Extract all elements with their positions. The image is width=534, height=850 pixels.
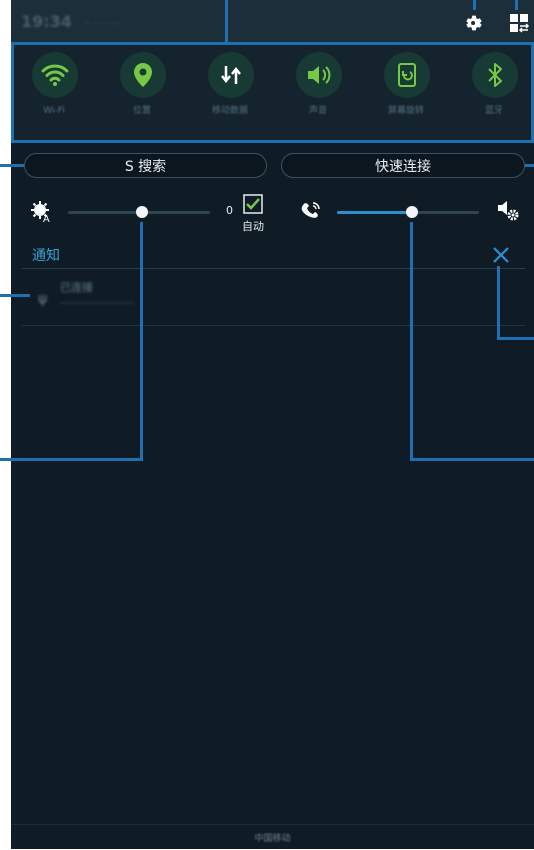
callout-line-grid	[515, 0, 518, 10]
clear-notifications-icon[interactable]	[492, 246, 510, 264]
status-bar: 19:34 ·· ··· ·····	[11, 0, 534, 42]
auto-brightness-label: 自动	[242, 220, 264, 233]
callout-line-s-search	[0, 164, 24, 167]
auto-brightness-icon: A	[30, 200, 52, 225]
notification-subtitle: ··························	[60, 299, 135, 309]
sound-toggle[interactable]: 声音	[282, 52, 354, 140]
data-label: 移动数据	[211, 106, 248, 116]
carrier-footer: 中国移动	[11, 824, 534, 850]
status-time: 19:34 ·· ··· ·····	[21, 12, 122, 31]
brightness-slider-thumb[interactable]	[135, 206, 148, 218]
auto-brightness-checkbox[interactable]	[243, 194, 263, 214]
callout-line-clear-h	[497, 337, 534, 340]
location-label: 位置	[132, 106, 151, 116]
callout-box-top	[11, 42, 534, 45]
callout-line-brightness-v	[140, 222, 143, 460]
callout-line-status	[225, 0, 228, 42]
volume-slider-fill	[337, 211, 413, 214]
ringtone-icon	[300, 200, 322, 222]
bluetooth-label: 蓝牙	[484, 106, 503, 116]
notification-item[interactable]: ψ 已连接 ··························	[22, 269, 525, 326]
callout-line-clear-v	[497, 266, 500, 340]
callout-line-notification	[0, 294, 30, 297]
notification-title: 已连接	[60, 281, 93, 294]
s-search-button[interactable]: S 搜索	[24, 153, 267, 178]
notification-app-icon: ψ	[38, 291, 48, 307]
callout-line-brightness-h	[0, 458, 143, 461]
screen-rotation-icon	[384, 52, 430, 98]
wifi-toggle[interactable]: Wi-Fi	[18, 52, 90, 140]
callout-box-left	[11, 42, 14, 143]
gear-icon[interactable]	[461, 10, 487, 36]
callout-line-volume-v	[410, 222, 413, 460]
location-toggle[interactable]: 位置	[106, 52, 178, 140]
notifications-title: 通知	[32, 248, 60, 264]
callout-line-settings	[473, 0, 476, 10]
callout-line-quick-connect	[525, 164, 534, 167]
sound-label: 声音	[308, 106, 327, 116]
grid-switch-icon[interactable]	[506, 10, 532, 36]
callout-box-bottom	[11, 140, 534, 143]
carrier-label: 中国移动	[254, 834, 291, 844]
data-toggle[interactable]: 移动数据	[194, 52, 266, 140]
bluetooth-icon	[472, 52, 518, 98]
bluetooth-toggle[interactable]: 蓝牙	[458, 52, 530, 140]
volume-settings-icon[interactable]	[496, 199, 522, 223]
svg-text:A: A	[43, 214, 50, 224]
wifi-icon	[32, 52, 78, 98]
quick-connect-button[interactable]: 快速连接	[281, 153, 525, 178]
location-icon	[120, 52, 166, 98]
data-sync-icon	[208, 52, 254, 98]
brightness-value: 0	[226, 204, 233, 217]
quick-settings-panel: Wi-Fi 位置 移动数据 声音 屏幕旋转 蓝牙	[11, 42, 534, 142]
volume-icon	[296, 52, 342, 98]
wifi-label: Wi-Fi	[43, 106, 65, 116]
rotation-label: 屏幕旋转	[387, 106, 424, 116]
rotation-toggle[interactable]: 屏幕旋转	[370, 52, 442, 140]
callout-line-volume-h	[410, 458, 534, 461]
notifications-header: 通知	[22, 242, 525, 269]
